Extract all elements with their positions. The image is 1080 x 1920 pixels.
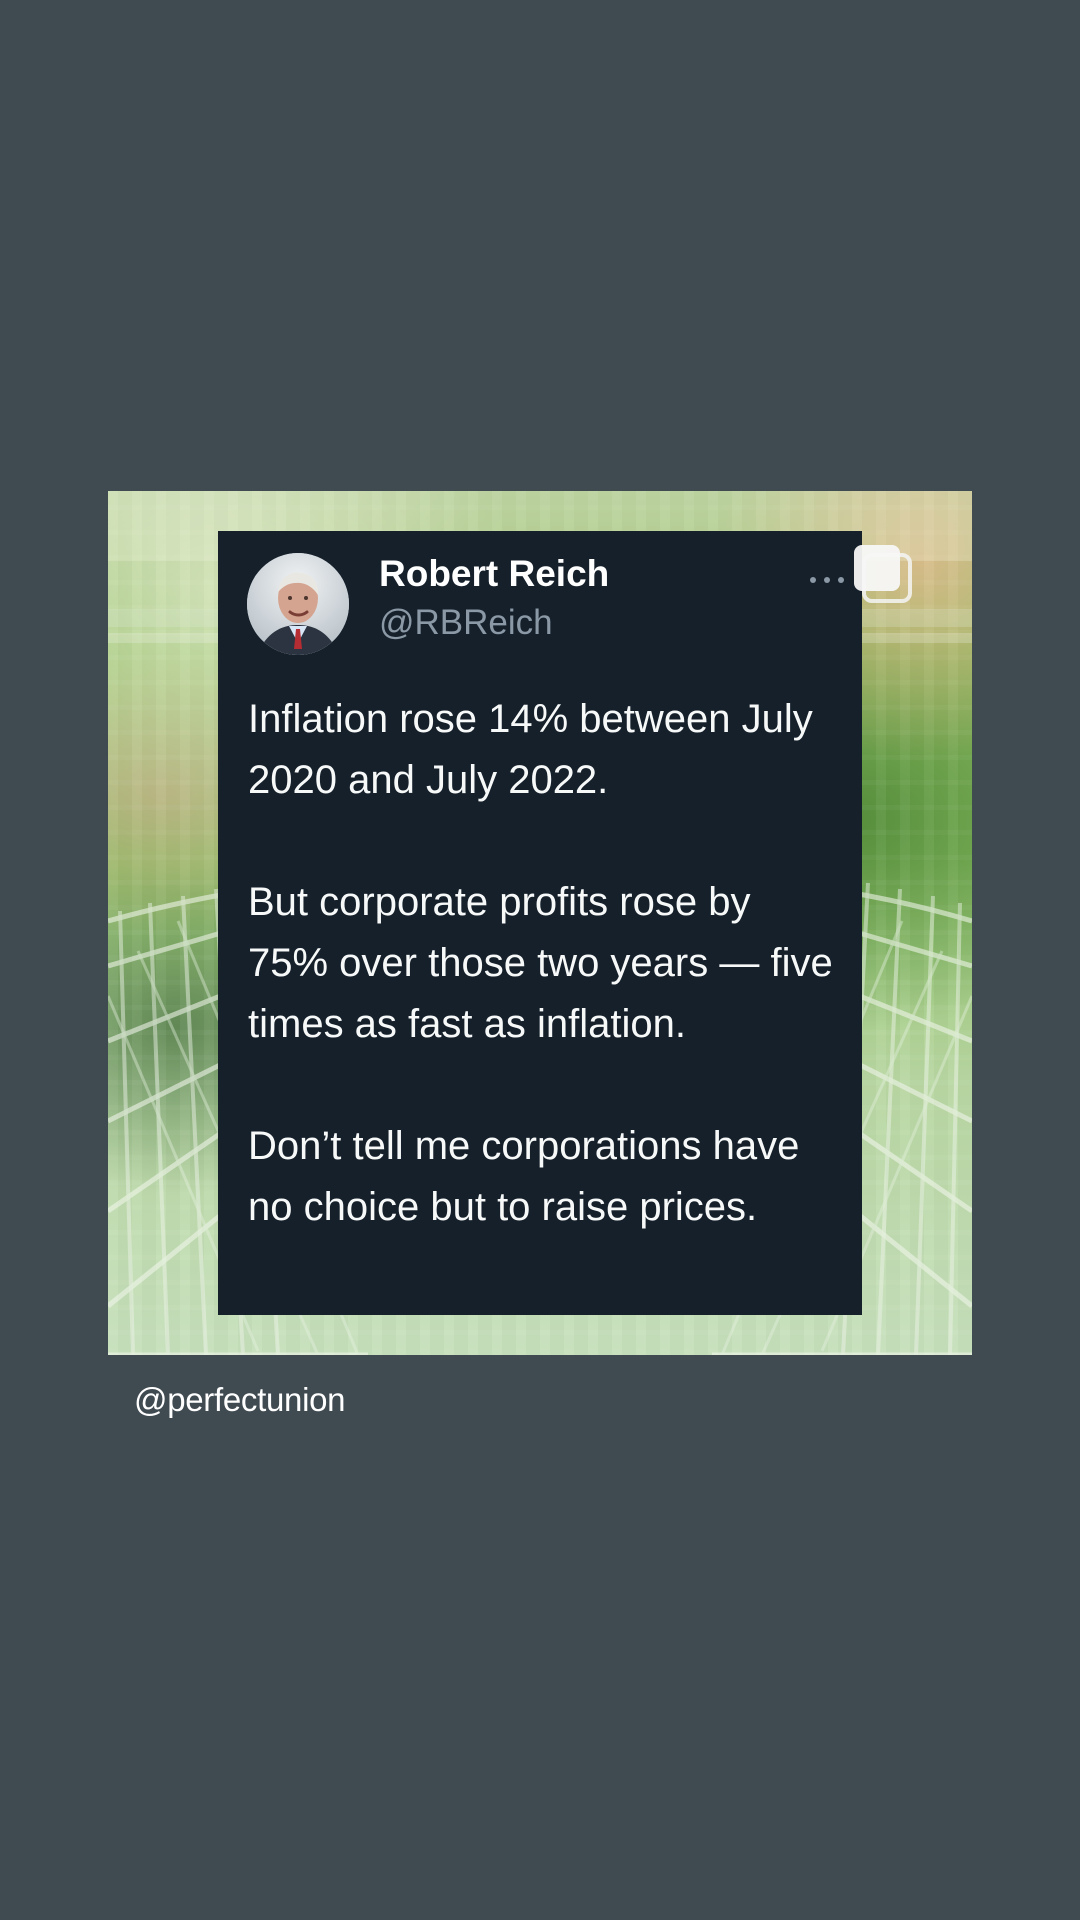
author-photo bbox=[247, 553, 349, 655]
tweet-paragraph: Inflation rose 14% between July 2020 and… bbox=[248, 697, 813, 802]
tweet-paragraph: But corporate profits rose by 75% over t… bbox=[248, 880, 833, 1046]
multiple-images-icon[interactable] bbox=[850, 541, 920, 611]
author-name[interactable]: Robert Reich bbox=[379, 552, 609, 596]
screen: Robert Reich @RBReich Inflation rose 14%… bbox=[0, 0, 1080, 1920]
more-options-icon[interactable] bbox=[806, 571, 848, 589]
tweet-paragraph: Don’t tell me corporations have no choic… bbox=[248, 1124, 800, 1229]
tweet-text: Inflation rose 14% between July 2020 and… bbox=[248, 689, 838, 1238]
account-tag[interactable]: @perfectunion bbox=[134, 1380, 346, 1420]
tweet-card[interactable]: Robert Reich @RBReich Inflation rose 14%… bbox=[218, 531, 862, 1315]
author-avatar[interactable] bbox=[247, 553, 349, 655]
author-handle[interactable]: @RBReich bbox=[379, 602, 553, 644]
